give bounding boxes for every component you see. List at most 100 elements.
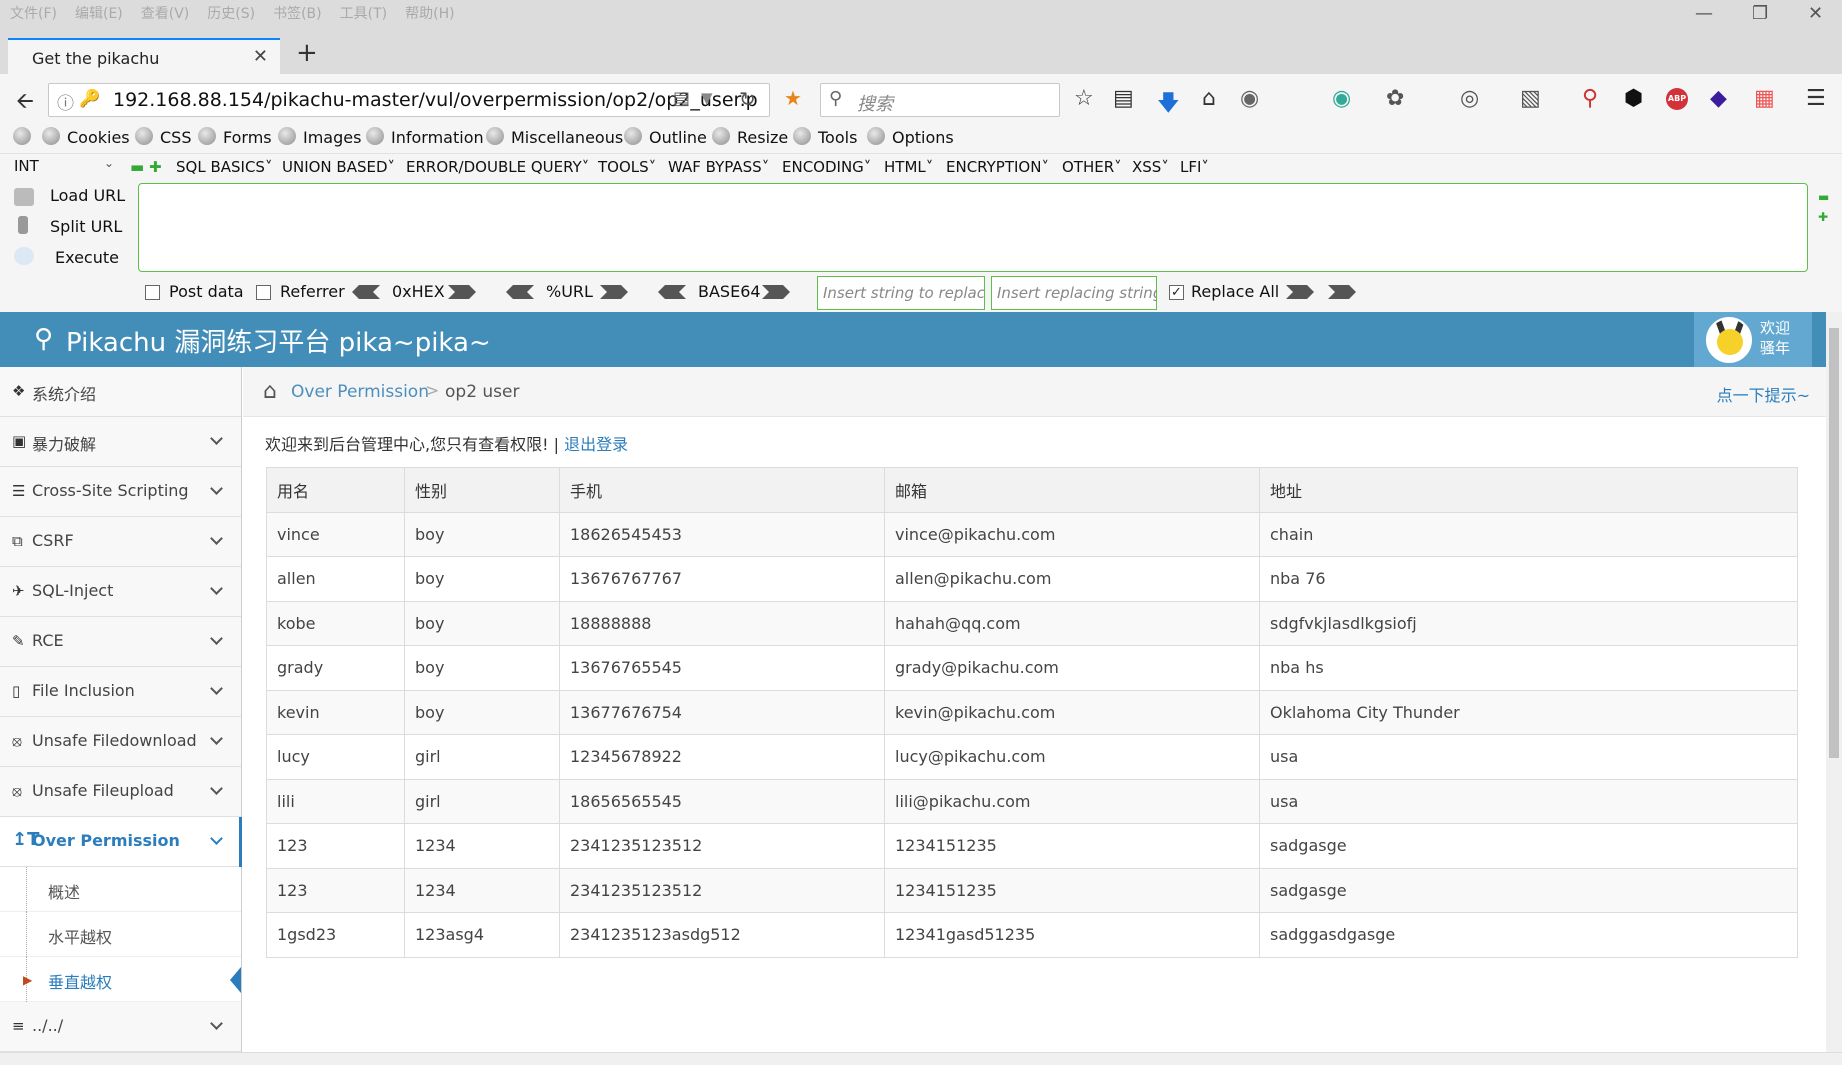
diamond-icon[interactable]: ◆ [1710, 86, 1727, 111]
user-menu[interactable]: 欢迎 骚年 [1694, 312, 1812, 367]
toolbar-resize[interactable]: Resize [737, 128, 788, 147]
download-arrow-icon[interactable]: 🡇 [1157, 86, 1180, 124]
sidebar-subitem-vertical[interactable]: ▶ 垂直越权 [0, 957, 241, 1002]
hex-encode-icon[interactable] [448, 285, 476, 299]
toolbar-forms[interactable]: Forms [223, 128, 272, 147]
minus-icon[interactable]: ▬ [1818, 190, 1829, 204]
menu-encryption[interactable]: ENCRYPTION˅ [946, 158, 1049, 176]
home-icon[interactable]: ⌂ [1202, 86, 1216, 111]
menu-file[interactable]: 文件(F) [10, 3, 57, 23]
menu-other[interactable]: OTHER˅ [1062, 158, 1122, 176]
scrollbar-thumb[interactable] [1829, 328, 1839, 758]
post-data-checkbox[interactable] [145, 285, 160, 300]
minimize-icon[interactable]: — [1695, 3, 1713, 24]
menu-tools[interactable]: 工具(T) [340, 3, 387, 23]
load-url-button[interactable]: Load URL [50, 186, 125, 205]
hackbar-url-textarea[interactable] [138, 183, 1808, 272]
shield-icon[interactable]: ⬢ [1624, 86, 1643, 111]
replace-go-icon[interactable] [1328, 285, 1356, 299]
back-arrow-icon[interactable]: 🡨 [16, 84, 34, 122]
sidebar-item-csrf[interactable]: ⧉ CSRF [0, 517, 241, 567]
hamburger-menu-icon[interactable]: ☰ [1806, 86, 1826, 111]
referrer-checkbox[interactable] [256, 285, 271, 300]
sidebar-item-unsafe-fileupload[interactable]: ⦻ Unsafe Fileupload [0, 767, 241, 817]
replacing-string-input[interactable]: Insert replacing string [991, 276, 1157, 310]
base64-decode-icon[interactable] [658, 285, 686, 299]
menu-html[interactable]: HTML˅ [884, 158, 933, 176]
base64-encode-icon[interactable] [762, 285, 790, 299]
sidebar-item-dir-traversal[interactable]: ≡ ../../ [0, 1002, 241, 1052]
sidebar-item-xss[interactable]: ☰ Cross-Site Scripting [0, 467, 241, 517]
breadcrumb-section-link[interactable]: Over Permission [291, 382, 429, 402]
network-icon[interactable]: ◎ [1460, 86, 1479, 111]
replace-all-checkbox[interactable]: ✓ [1169, 285, 1184, 300]
sidebar-item-sql-inject[interactable]: ✈ SQL-Inject [0, 567, 241, 617]
sidebar-subitem-horizontal[interactable]: 水平越权 [0, 912, 241, 957]
sidebar-item-unsafe-filedownload[interactable]: ⦻ Unsafe Filedownload [0, 717, 241, 767]
hint-link[interactable]: 点一下提示~ [1717, 382, 1810, 406]
adblock-icon[interactable]: ABP [1666, 88, 1688, 110]
toolbar-options[interactable]: Options [892, 128, 954, 147]
tab-active[interactable]: Get the pikachu ✕ [8, 38, 280, 74]
tab-close-icon[interactable]: ✕ [253, 46, 268, 67]
sidebar-item-intro[interactable]: ❖ 系统介绍 [0, 367, 241, 417]
toolbar-cookies[interactable]: Cookies [67, 128, 130, 147]
toolbar-information[interactable]: Information [391, 128, 484, 147]
menu-lfi[interactable]: LFI˅ [1180, 158, 1209, 176]
magnifier-icon[interactable]: ⚲ [1582, 86, 1598, 111]
url-bar[interactable]: ⓘ 🔑 192.168.88.154/pikachu-master/vul/ov… [48, 83, 770, 117]
url-encode-icon[interactable] [600, 285, 628, 299]
type-select[interactable]: INT [14, 157, 39, 175]
menu-edit[interactable]: 编辑(E) [75, 3, 123, 23]
replace-string-input[interactable]: Insert string to replace [817, 276, 985, 310]
execute-button[interactable]: Execute [55, 248, 119, 267]
hackbar-icon[interactable]: ▦ [1754, 86, 1775, 111]
menu-xss[interactable]: XSS˅ [1132, 158, 1169, 176]
sidebar-subitem-overview[interactable]: 概述 [0, 867, 241, 912]
new-tab-icon[interactable]: + [296, 38, 318, 68]
menu-history[interactable]: 历史(S) [207, 3, 255, 23]
minus-plus-icon[interactable]: ▬ ✚ [130, 158, 162, 176]
palette-icon[interactable]: ✿ [1386, 86, 1404, 111]
plus-icon[interactable]: ✚ [1818, 210, 1828, 224]
clipboard-icon[interactable]: ▤ [1113, 86, 1134, 111]
menu-view[interactable]: 查看(V) [141, 3, 190, 23]
toolbar-miscellaneous[interactable]: Miscellaneous [511, 128, 623, 147]
share-page-icon[interactable]: ▧ [1520, 86, 1541, 111]
home-icon[interactable]: ⌂ [263, 379, 277, 404]
url-text[interactable]: 192.168.88.154/pikachu-master/vul/overpe… [113, 89, 758, 111]
chevron-down-icon[interactable]: ⌄ [104, 156, 114, 170]
toolbar-images[interactable]: Images [303, 128, 361, 147]
menu-sql-basics[interactable]: SQL BASICS˅ [176, 158, 272, 176]
extension-icon[interactable]: ◉ [1332, 86, 1351, 111]
reload-icon[interactable]: ↻ [739, 87, 756, 111]
dropdown-icon[interactable]: ▼ [701, 89, 713, 107]
url-decode-icon[interactable] [506, 285, 534, 299]
toolbar-outline[interactable]: Outline [649, 128, 707, 147]
menu-tools[interactable]: TOOLS˅ [598, 158, 656, 176]
menu-help[interactable]: 帮助(H) [405, 3, 454, 23]
site-title[interactable]: Pikachu 漏洞练习平台 pika~pika~ [66, 322, 491, 359]
hex-decode-icon[interactable] [352, 285, 380, 299]
vertical-scrollbar[interactable] [1826, 312, 1842, 1052]
sidebar-item-rce[interactable]: ✎ RCE [0, 617, 241, 667]
reader-view-icon[interactable]: ▤ [673, 88, 690, 109]
search-box[interactable]: ⚲ 搜索 [820, 83, 1060, 117]
menu-waf-bypass[interactable]: WAF BYPASS˅ [668, 158, 769, 176]
close-window-icon[interactable]: ✕ [1808, 3, 1823, 24]
split-url-button[interactable]: Split URL [50, 217, 122, 236]
sidebar-item-brute-force[interactable]: ▣ 暴力破解 [0, 417, 241, 467]
settings-gear-icon[interactable] [13, 127, 31, 145]
globe-icon[interactable]: ◉ [1240, 86, 1259, 111]
bookmark-star-icon[interactable]: ☆ [1074, 86, 1094, 111]
menu-encoding[interactable]: ENCODING˅ [782, 158, 871, 176]
menu-bookmarks[interactable]: 书签(B) [273, 3, 322, 23]
sidebar-item-over-permission[interactable]: ↥T Over Permission [0, 817, 242, 867]
menu-union-based[interactable]: UNION BASED˅ [282, 158, 395, 176]
restore-icon[interactable]: ❐ [1752, 3, 1768, 24]
sidebar-item-file-inclusion[interactable]: ▯ File Inclusion [0, 667, 241, 717]
logout-link[interactable]: 退出登录 [564, 435, 628, 454]
toolbar-css[interactable]: CSS [160, 128, 191, 147]
menu-error-double-query[interactable]: ERROR/DOUBLE QUERY˅ [406, 158, 589, 176]
fox-icon[interactable]: ★ [784, 86, 802, 110]
